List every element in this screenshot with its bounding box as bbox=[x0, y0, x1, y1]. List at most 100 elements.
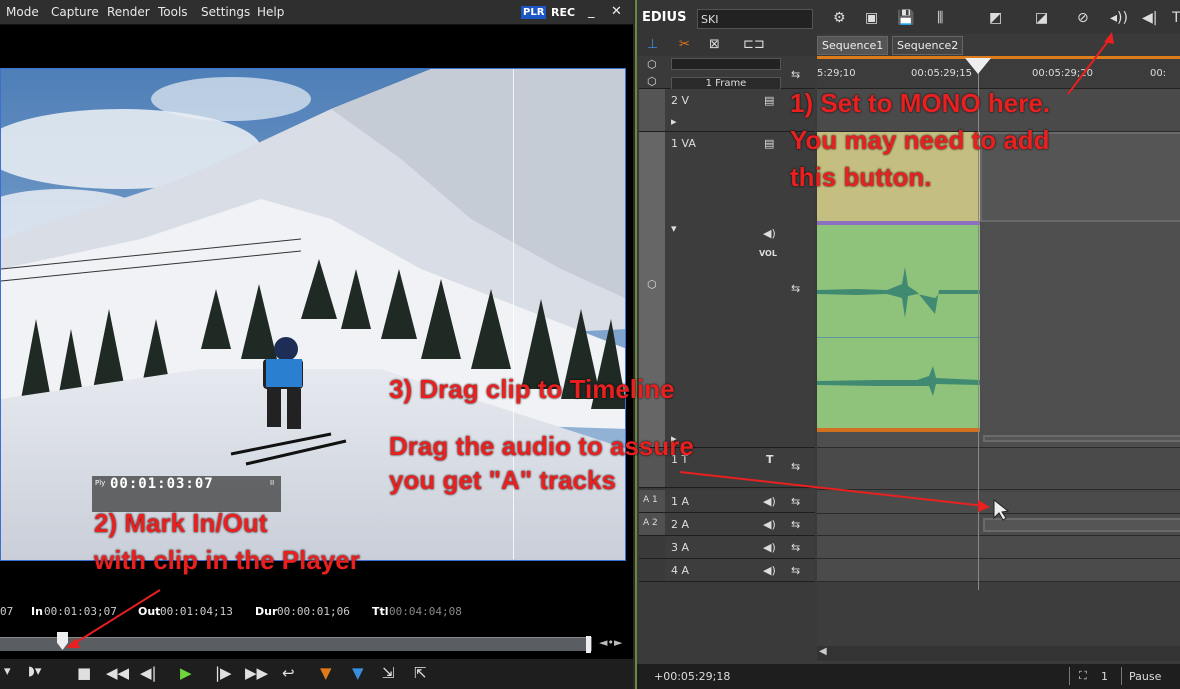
annotation-step2-line1: 2) Mark In/Out bbox=[94, 508, 268, 538]
loop-icon[interactable]: ◄•► bbox=[599, 636, 622, 649]
edge-value: 07 bbox=[0, 605, 14, 618]
channel-patch[interactable] bbox=[639, 536, 665, 558]
pause-marker: II bbox=[270, 479, 275, 487]
audio-toggle-icon[interactable]: ⬡ bbox=[647, 75, 657, 88]
track-name: 4 A bbox=[671, 564, 690, 577]
snap-icon[interactable]: ⊏⊐ bbox=[743, 37, 765, 52]
expand-icon[interactable]: ⇆ bbox=[791, 460, 800, 473]
track-4a-header[interactable]: 4 A ◀) ⇆ bbox=[639, 559, 815, 582]
set-out-button[interactable]: ▼ bbox=[352, 664, 364, 682]
loop-play-button[interactable]: ↩ bbox=[282, 664, 295, 682]
play-button[interactable]: ▶ bbox=[180, 664, 192, 682]
menu-tools[interactable]: Tools bbox=[158, 5, 188, 19]
patch-a2[interactable]: A 2 bbox=[643, 518, 658, 528]
channel-patch[interactable] bbox=[639, 559, 665, 581]
ruler-tick: 00:05:29;20 bbox=[1032, 68, 1094, 79]
marker-icon[interactable]: ◗▾ bbox=[28, 664, 41, 679]
lane-4a[interactable] bbox=[817, 559, 1180, 582]
player-scrub-bar[interactable] bbox=[0, 637, 592, 651]
menu-arrow-icon[interactable]: ▾ bbox=[4, 664, 11, 679]
fast-forward-button[interactable]: ▶▶ bbox=[245, 664, 268, 682]
copy-icon[interactable]: ◩ bbox=[989, 10, 1002, 26]
sync-icon[interactable]: ⊥ bbox=[647, 37, 658, 52]
zoom-slider[interactable] bbox=[671, 58, 781, 70]
tab-sequence2[interactable]: Sequence2 bbox=[892, 36, 964, 55]
audio-clip-ch1[interactable] bbox=[817, 222, 980, 339]
audio-waveform-ch2 bbox=[817, 366, 980, 396]
vol-label[interactable]: VOL bbox=[759, 249, 777, 258]
speaker-icon[interactable]: ◀) bbox=[763, 541, 776, 554]
speaker-icon[interactable]: ◀| bbox=[1142, 10, 1157, 26]
close-button[interactable]: ✕ bbox=[611, 4, 622, 19]
expand-icon[interactable]: ⇆ bbox=[791, 495, 800, 508]
stop-button[interactable]: ■ bbox=[77, 664, 91, 682]
track-3a-header[interactable]: 3 A ◀) ⇆ bbox=[639, 536, 815, 559]
lane-3a[interactable] bbox=[817, 536, 1180, 559]
clip-count: 1 bbox=[1101, 670, 1108, 683]
set-in-button[interactable]: ▼ bbox=[320, 664, 332, 682]
audio-clip-ch2[interactable] bbox=[817, 338, 980, 430]
menu-render[interactable]: Render bbox=[107, 5, 150, 19]
speaker-icon[interactable]: ◀) bbox=[763, 227, 776, 240]
track-2v-header[interactable]: 2 V ▸ ▤ bbox=[639, 89, 815, 132]
rec-mode-label[interactable]: REC bbox=[551, 6, 575, 19]
track-name: 2 A bbox=[671, 518, 690, 531]
overwrite-to-timeline-button[interactable]: ⇱ bbox=[414, 664, 427, 682]
clip-count-icon: ⛶ bbox=[1079, 669, 1087, 682]
speaker-icon[interactable]: ◀) bbox=[763, 564, 776, 577]
sync-lock-icon[interactable]: ⬡ bbox=[647, 278, 657, 291]
menu-capture[interactable]: Capture bbox=[51, 5, 99, 19]
out-label: Out bbox=[138, 605, 161, 618]
tab-sequence1[interactable]: Sequence1 bbox=[817, 36, 889, 55]
mono-audio-icon[interactable]: ◂)) bbox=[1110, 10, 1128, 26]
dur-value: 00:00:01;06 bbox=[277, 605, 350, 618]
timeline-horizontal-scrollbar[interactable]: ◀ bbox=[817, 646, 1180, 661]
expand-icon[interactable]: ⇆ bbox=[791, 68, 800, 81]
track-display-icon[interactable]: ▤ bbox=[764, 94, 774, 107]
plr-mode-badge[interactable]: PLR bbox=[521, 6, 547, 19]
status-divider bbox=[1121, 667, 1122, 685]
delete-icon[interactable]: ⊘ bbox=[1077, 10, 1089, 26]
speaker-icon[interactable]: ◀) bbox=[763, 495, 776, 508]
rewind-button[interactable]: ◀◀ bbox=[106, 664, 129, 682]
sequence-settings-icon[interactable]: ⚙ bbox=[833, 10, 846, 26]
step-forward-button[interactable]: |▶ bbox=[215, 664, 232, 682]
split-icon[interactable]: ⫼ bbox=[937, 10, 943, 26]
menu-mode[interactable]: Mode bbox=[6, 5, 39, 19]
menu-help[interactable]: Help bbox=[257, 5, 284, 19]
title-track-icon[interactable]: T bbox=[766, 453, 774, 466]
collapse-arrow-icon[interactable]: ▾ bbox=[671, 222, 677, 235]
link-icon[interactable]: ⊠ bbox=[709, 37, 720, 52]
timeline-toolbar: EDIUS SKI ⚙ ▣ 💾 ⫼ ◩ ◪ ⊘ ◂)) ◀| T bbox=[637, 0, 1180, 34]
annotation-step3: 3) Drag clip to Timeline bbox=[389, 371, 675, 408]
track-2a-header[interactable]: A 2 2 A ◀) ⇆ bbox=[639, 513, 815, 536]
title-icon[interactable]: T bbox=[1172, 10, 1180, 26]
expand-arrow-icon[interactable]: ▸ bbox=[671, 115, 677, 128]
video-toggle-icon[interactable]: ⬡ bbox=[647, 58, 657, 71]
lane-1a[interactable] bbox=[817, 492, 1180, 514]
track-lock[interactable] bbox=[639, 89, 665, 131]
paste-icon[interactable]: ◪ bbox=[1035, 10, 1048, 26]
expand-icon[interactable]: ⇆ bbox=[791, 282, 800, 295]
track-display-icon[interactable]: ▤ bbox=[764, 137, 774, 150]
ripple-icon[interactable]: ✂ bbox=[679, 37, 690, 52]
lane-1t[interactable] bbox=[817, 448, 1180, 490]
step-back-button[interactable]: ◀| bbox=[140, 664, 157, 682]
speaker-icon[interactable]: ◀) bbox=[763, 518, 776, 531]
minimize-button[interactable]: _ bbox=[588, 4, 595, 19]
expand-icon[interactable]: ⇆ bbox=[791, 564, 800, 577]
save-icon[interactable]: 💾 bbox=[897, 10, 914, 26]
expand-icon[interactable]: ⇆ bbox=[791, 541, 800, 554]
waveform-icon[interactable]: ▣ bbox=[865, 10, 878, 26]
overlay-timecode: 00:01:03:07 bbox=[110, 476, 214, 492]
scroll-left-icon[interactable]: ◀ bbox=[819, 646, 827, 657]
insert-to-timeline-button[interactable]: ⇲ bbox=[382, 664, 395, 682]
sequence-name-field[interactable]: SKI bbox=[697, 9, 813, 29]
drop-target-audio-strip[interactable] bbox=[983, 435, 1180, 442]
timeline-cursor-head[interactable] bbox=[965, 58, 991, 74]
drop-target-2a[interactable] bbox=[983, 518, 1180, 532]
track-name: 1 VA bbox=[671, 137, 696, 150]
expand-icon[interactable]: ⇆ bbox=[791, 518, 800, 531]
audio-waveform-ch1 bbox=[817, 267, 980, 339]
menu-settings[interactable]: Settings bbox=[201, 5, 250, 19]
